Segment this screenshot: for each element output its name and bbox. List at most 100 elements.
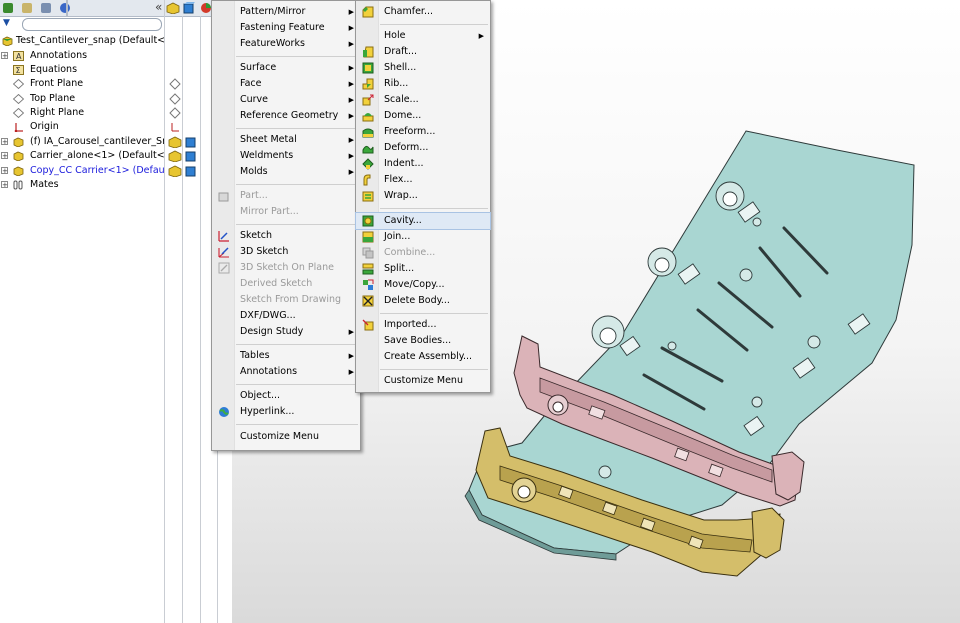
menu-item-scale[interactable]: Scale... xyxy=(356,92,490,108)
imported-icon xyxy=(362,319,374,331)
menu-item-3d-sketch-on-plane: 3D Sketch On Plane xyxy=(212,260,360,276)
tree-item-annotations[interactable]: + A Annotations xyxy=(0,49,164,63)
submenu-arrow-icon: ▶ xyxy=(348,112,354,120)
tree-item-right-plane[interactable]: Right Plane xyxy=(0,106,164,120)
menu-item-indent[interactable]: Indent... xyxy=(356,156,490,172)
part-icon xyxy=(13,151,24,161)
menu-item-rib[interactable]: Rib... xyxy=(356,76,490,92)
tree-item-label: Front Plane xyxy=(30,78,84,89)
menu-item-label: Face xyxy=(240,78,262,89)
menu-item-label: Imported... xyxy=(384,319,437,330)
tree-item-assembly[interactable]: Test_Cantilever_snap (Default<Dis xyxy=(0,34,164,48)
menu-item-featureworks[interactable]: FeatureWorks ▶ xyxy=(212,36,360,52)
chamfer-icon xyxy=(362,6,374,18)
expand-icon[interactable]: + xyxy=(1,181,8,189)
menu-item-move-copy[interactable]: Move/Copy... xyxy=(356,277,490,293)
flex-icon xyxy=(363,174,371,186)
menu-item-face[interactable]: Face ▶ xyxy=(212,76,360,92)
menu-item-wrap[interactable]: Wrap... xyxy=(356,188,490,204)
feature-manager-tab-icon[interactable] xyxy=(0,0,16,16)
menu-separator xyxy=(236,384,358,385)
menu-item-label: Design Study xyxy=(240,326,304,337)
menu-item-object[interactable]: Object... xyxy=(212,388,360,404)
filter-input[interactable] xyxy=(22,18,162,31)
tree-item-front-plane[interactable]: Front Plane xyxy=(0,77,164,91)
wrap-icon xyxy=(362,191,374,202)
menu-item-chamfer[interactable]: Chamfer... xyxy=(356,4,490,20)
menu-item-label: Derived Sketch xyxy=(240,278,313,289)
tree-item-label: (f) IA_Carousel_cantilever_Snap xyxy=(30,136,164,147)
menu-item-surface[interactable]: Surface ▶ xyxy=(212,60,360,76)
menu-item-dome[interactable]: Dome... xyxy=(356,108,490,124)
combine-icon xyxy=(362,247,374,259)
menu-item-weldments[interactable]: Weldments ▶ xyxy=(212,148,360,164)
part-icon xyxy=(13,137,24,147)
menu-item-customize-menu[interactable]: Customize Menu xyxy=(356,373,490,389)
tree-item-label: Right Plane xyxy=(30,107,85,118)
menu-item-sketch-from-drawing: Sketch From Drawing xyxy=(212,292,360,308)
collapse-panel-icon[interactable]: « xyxy=(155,0,162,14)
menu-item-mirror-part: Mirror Part... xyxy=(212,204,360,220)
menu-item-sketch[interactable]: Sketch xyxy=(212,228,360,244)
menu-item-reference-geometry[interactable]: Reference Geometry ▶ xyxy=(212,108,360,124)
tree-item-equations[interactable]: Σ Equations xyxy=(0,63,164,77)
yellow-clip-right xyxy=(751,507,785,559)
menu-separator xyxy=(380,369,488,370)
menu-item-fastening-feature[interactable]: Fastening Feature ▶ xyxy=(212,20,360,36)
display-manager-tab-icon[interactable] xyxy=(57,0,73,16)
tree-item-mates[interactable]: + Mates xyxy=(0,178,164,192)
expand-icon[interactable]: + xyxy=(1,167,8,175)
filter-icon[interactable]: ▼ xyxy=(3,18,10,28)
submenu-arrow-icon: ▶ xyxy=(348,24,354,32)
submenu-arrow-icon: ▶ xyxy=(348,328,354,336)
menu-item-deform[interactable]: Deform... xyxy=(356,140,490,156)
expand-icon[interactable]: + xyxy=(1,152,8,160)
assembly-toolbar-icon[interactable] xyxy=(166,2,180,14)
menu-item-molds[interactable]: Molds ▶ xyxy=(212,164,360,180)
menu-item-imported[interactable]: Imported... xyxy=(356,317,490,333)
property-manager-tab-icon[interactable] xyxy=(19,0,35,16)
menu-item-customize-menu[interactable]: Customize Menu xyxy=(212,429,360,445)
menu-item-save-bodies[interactable]: Save Bodies... xyxy=(356,333,490,349)
menu-item-3d-sketch[interactable]: 3D Sketch xyxy=(212,244,360,260)
cube-toolbar-icon[interactable] xyxy=(183,2,195,14)
menu-item-pattern-mirror[interactable]: Pattern/Mirror ▶ xyxy=(212,4,360,20)
menu-item-hole[interactable]: Hole ▶ xyxy=(356,28,490,44)
expand-icon[interactable]: + xyxy=(1,52,8,60)
tree-item-carousel-part[interactable]: + (f) IA_Carousel_cantilever_Snap xyxy=(0,135,164,149)
menu-item-dxf-dwg[interactable]: DXF/DWG... xyxy=(212,308,360,324)
menu-item-curve[interactable]: Curve ▶ xyxy=(212,92,360,108)
pink-clip-right xyxy=(771,451,805,501)
menu-item-split[interactable]: Split... xyxy=(356,261,490,277)
configuration-manager-tab-icon[interactable] xyxy=(38,0,54,16)
menu-item-label: Create Assembly... xyxy=(384,351,473,362)
menu-item-freeform[interactable]: Freeform... xyxy=(356,124,490,140)
menu-item-label: Scale... xyxy=(384,94,419,105)
menu-item-cavity[interactable]: Cavity... xyxy=(355,212,491,230)
tree-item-carrier-alone[interactable]: + Carrier_alone<1> (Default<<De xyxy=(0,149,164,163)
menu-item-draft[interactable]: Draft... xyxy=(356,44,490,60)
menu-item-label: Wrap... xyxy=(384,190,418,201)
component-status-icon xyxy=(168,150,182,162)
tree-item-top-plane[interactable]: Top Plane xyxy=(0,92,164,106)
menu-item-design-study[interactable]: Design Study ▶ xyxy=(212,324,360,340)
menu-item-flex[interactable]: Flex... xyxy=(356,172,490,188)
component-body-icon xyxy=(185,166,196,177)
tree-filter[interactable]: ▼ xyxy=(0,17,162,31)
menu-item-shell[interactable]: Shell... xyxy=(356,60,490,76)
menu-item-create-assembly[interactable]: Create Assembly... xyxy=(356,349,490,365)
tree-item-copy-cc-carrier[interactable]: + Copy_CC Carrier<1> (Default< xyxy=(0,164,164,178)
expand-icon[interactable]: + xyxy=(1,138,8,146)
menu-item-annotations[interactable]: Annotations ▶ xyxy=(212,364,360,380)
menu-item-sheet-metal[interactable]: Sheet Metal ▶ xyxy=(212,132,360,148)
menu-item-join[interactable]: Join... xyxy=(356,229,490,245)
menu-item-delete-body[interactable]: Delete Body... xyxy=(356,293,490,309)
component-status-icon xyxy=(168,136,182,148)
tree-item-origin[interactable]: Origin xyxy=(0,120,164,134)
menu-separator xyxy=(236,224,358,225)
menu-item-tables[interactable]: Tables ▶ xyxy=(212,348,360,364)
tree-item-label: Mates xyxy=(30,179,59,190)
menu-item-hyperlink[interactable]: Hyperlink... xyxy=(212,404,360,420)
menu-separator xyxy=(236,56,358,57)
menu-separator xyxy=(236,424,358,425)
